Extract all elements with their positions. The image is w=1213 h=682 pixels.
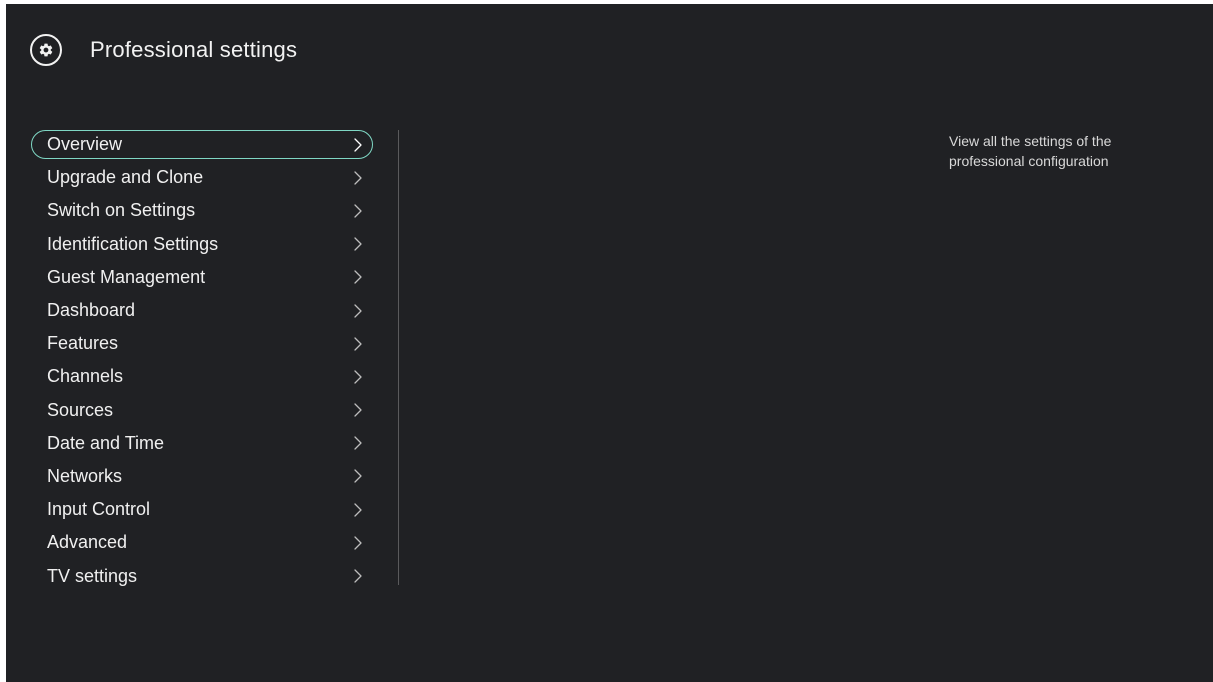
chevron-right-icon <box>347 270 369 284</box>
chevron-right-icon <box>347 137 369 152</box>
gear-icon <box>30 34 62 66</box>
menu-item-label: TV settings <box>47 565 138 586</box>
menu-item-tv-settings[interactable]: TV settings <box>31 559 373 592</box>
chevron-right-icon <box>347 536 369 550</box>
menu-item-guest-management[interactable]: Guest Management <box>31 261 373 294</box>
settings-menu: Overview Upgrade and Clone Switch on Setti… <box>31 128 373 593</box>
menu-item-label: Identification Settings <box>47 233 219 254</box>
menu-item-label: Networks <box>47 465 123 486</box>
header: Professional settings <box>30 30 297 70</box>
menu-item-advanced[interactable]: Advanced <box>31 526 373 559</box>
menu-item-overview[interactable]: Overview <box>31 128 373 161</box>
chevron-right-icon <box>347 469 369 484</box>
menu-item-input-control[interactable]: Input Control <box>31 493 373 526</box>
menu-item-networks[interactable]: Networks <box>31 460 373 493</box>
chevron-right-icon <box>347 436 369 450</box>
menu-item-dashboard[interactable]: Dashboard <box>31 294 373 327</box>
divider <box>398 130 399 585</box>
menu-item-switch-on-settings[interactable]: Switch on Settings <box>31 194 373 227</box>
menu-item-label: Input Control <box>47 499 151 520</box>
chevron-right-icon <box>347 569 369 583</box>
chevron-right-icon <box>347 204 369 218</box>
menu-item-features[interactable]: Features <box>31 327 373 360</box>
chevron-right-icon <box>347 303 369 318</box>
tv-screen: Professional settings Overview Upgrade an… <box>6 4 1213 682</box>
menu-item-upgrade-and-clone[interactable]: Upgrade and Clone <box>31 161 373 194</box>
menu-item-sources[interactable]: Sources <box>31 394 373 427</box>
menu-item-label: Date and Time <box>47 432 165 453</box>
page-title: Professional settings <box>90 37 298 62</box>
menu-item-label: Overview <box>47 134 123 155</box>
menu-item-label: Features <box>47 333 119 354</box>
menu-item-label: Channels <box>47 366 124 387</box>
chevron-right-icon <box>347 337 369 351</box>
menu-item-date-and-time[interactable]: Date and Time <box>31 427 373 460</box>
chevron-right-icon <box>347 370 369 384</box>
chevron-right-icon <box>347 403 369 417</box>
menu-item-channels[interactable]: Channels <box>31 360 373 393</box>
chevron-right-icon <box>347 503 369 517</box>
chevron-right-icon <box>347 237 369 251</box>
menu-item-label: Switch on Settings <box>47 200 196 221</box>
menu-item-identification-settings[interactable]: Identification Settings <box>31 228 373 261</box>
chevron-right-icon <box>347 171 369 185</box>
menu-item-label: Sources <box>47 399 114 420</box>
item-description: View all the settings of the professiona… <box>949 133 1112 169</box>
menu-item-label: Upgrade and Clone <box>47 167 204 188</box>
menu-item-label: Advanced <box>47 532 128 553</box>
menu-item-label: Dashboard <box>47 300 136 321</box>
menu-item-label: Guest Management <box>47 266 206 287</box>
